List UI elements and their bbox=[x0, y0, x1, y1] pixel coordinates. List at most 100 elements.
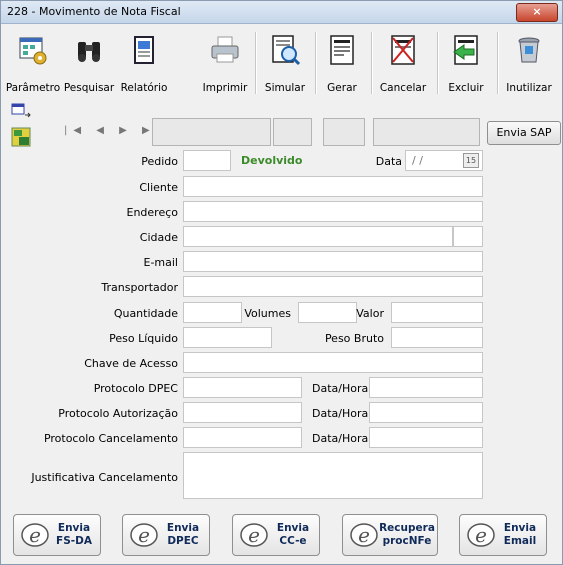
endereco-label: Endereço bbox=[126, 206, 179, 219]
toolbar-separator bbox=[255, 32, 257, 94]
inutilizar-button[interactable]: Inutilizar bbox=[502, 28, 556, 98]
pedido-label: Pedido bbox=[141, 155, 178, 168]
bottom-button-label: Envia CC-e bbox=[276, 522, 310, 547]
svg-text:e: e bbox=[475, 523, 487, 547]
toolbar-separator bbox=[437, 32, 439, 94]
peso-liquido-field[interactable] bbox=[183, 327, 272, 348]
envia-fs-da-button[interactable]: e Envia FS-DA bbox=[13, 514, 101, 556]
record-info-box bbox=[373, 118, 480, 146]
printer-icon bbox=[211, 36, 239, 63]
close-button[interactable]: × bbox=[516, 3, 558, 22]
pesquisar-button[interactable]: Pesquisar bbox=[63, 28, 115, 98]
uf-field[interactable] bbox=[453, 226, 483, 247]
toolbar-label: Imprimir bbox=[202, 82, 248, 94]
svg-text:e: e bbox=[358, 523, 370, 547]
justificativa-cancelamento-field[interactable] bbox=[183, 452, 483, 499]
simular-button[interactable]: Simular bbox=[259, 28, 311, 98]
recupera-procnfe-button[interactable]: e Recupera procNFe bbox=[342, 514, 438, 556]
bottom-button-label: Envia FS-DA bbox=[56, 522, 92, 547]
ie-icon: e bbox=[467, 523, 495, 547]
protocolo-dpec-field[interactable] bbox=[183, 377, 302, 398]
record-navigator[interactable]: |◀ ◀ ▶ ▶| bbox=[64, 125, 165, 136]
svg-text:e: e bbox=[138, 523, 150, 547]
parameters-icon bbox=[19, 37, 47, 65]
title-bar[interactable]: 228 - Movimento de Nota Fiscal × bbox=[1, 1, 562, 24]
data-field[interactable]: / / 15 bbox=[405, 150, 483, 171]
gerar-button[interactable]: Gerar bbox=[319, 28, 365, 98]
ie-icon: e bbox=[130, 523, 158, 547]
cliente-field[interactable] bbox=[183, 176, 483, 197]
datahora-dpec-field[interactable] bbox=[369, 377, 483, 398]
toolbar-label: Excluir bbox=[448, 82, 484, 94]
cancelar-button[interactable]: Cancelar bbox=[375, 28, 431, 98]
excluir-button[interactable]: Excluir bbox=[441, 28, 491, 98]
peso-bruto-label: Peso Bruto bbox=[324, 332, 384, 345]
relatorio-button[interactable]: Relatório bbox=[117, 28, 171, 98]
window-arrange-icon[interactable] bbox=[11, 103, 31, 123]
endereco-field[interactable] bbox=[183, 201, 483, 222]
report-icon bbox=[134, 36, 154, 64]
protocolo-autorizacao-label: Protocolo Autorização bbox=[58, 407, 178, 420]
envia-sap-button[interactable]: Envia SAP bbox=[487, 121, 561, 145]
justificativa-cancelamento-label: Justificativa Cancelamento bbox=[31, 471, 178, 484]
record-info-box bbox=[273, 118, 312, 146]
chave-acesso-field[interactable] bbox=[183, 352, 483, 373]
valor-field[interactable] bbox=[391, 302, 483, 323]
status-label: Devolvido bbox=[241, 154, 303, 167]
main-window: 228 - Movimento de Nota Fiscal × Parâmet… bbox=[0, 0, 563, 565]
window-title: 228 - Movimento de Nota Fiscal bbox=[7, 5, 181, 18]
transportador-field[interactable] bbox=[183, 276, 483, 297]
table-icon[interactable] bbox=[11, 127, 31, 147]
datahora-cancelamento-field[interactable] bbox=[369, 427, 483, 448]
bottom-button-label: Recupera procNFe bbox=[379, 522, 435, 547]
email-label: E-mail bbox=[143, 256, 179, 269]
quantidade-field[interactable] bbox=[183, 302, 242, 323]
calendar-icon[interactable]: 15 bbox=[463, 153, 479, 168]
protocolo-cancelamento-field[interactable] bbox=[183, 427, 302, 448]
protocolo-autorizacao-field[interactable] bbox=[183, 402, 302, 423]
data-label: Data bbox=[375, 155, 402, 168]
ie-icon: e bbox=[350, 523, 378, 547]
volumes-label: Volumes bbox=[244, 307, 291, 320]
peso-bruto-field[interactable] bbox=[391, 327, 483, 348]
toolbar-label: Simular bbox=[264, 82, 306, 94]
bottom-button-bar: e Envia FS-DA e Envia DPEC e Envia CC-e … bbox=[1, 505, 562, 564]
envia-email-button[interactable]: e Envia Email bbox=[459, 514, 547, 556]
cidade-label: Cidade bbox=[139, 231, 178, 244]
record-info-box bbox=[323, 118, 365, 146]
email-field[interactable] bbox=[183, 251, 483, 272]
imprimir-button[interactable]: Imprimir bbox=[199, 28, 251, 98]
record-info-box bbox=[152, 118, 271, 146]
bottom-button-label: Envia Email bbox=[503, 522, 537, 547]
pedido-field[interactable] bbox=[183, 150, 231, 171]
protocolo-dpec-label: Protocolo DPEC bbox=[93, 382, 178, 395]
toolbar-label: Parâmetro bbox=[5, 82, 61, 94]
datahora-cancelamento-label: Data/Hora bbox=[312, 432, 369, 445]
chave-acesso-label: Chave de Acesso bbox=[84, 357, 178, 370]
protocolo-cancelamento-label: Protocolo Cancelamento bbox=[43, 432, 178, 445]
quantidade-label: Quantidade bbox=[113, 307, 178, 320]
binoculars-icon bbox=[78, 42, 100, 62]
datahora-autorizacao-label: Data/Hora bbox=[312, 407, 369, 420]
svg-text:e: e bbox=[248, 523, 260, 547]
envia-cce-button[interactable]: e Envia CC-e bbox=[232, 514, 320, 556]
data-value: / / bbox=[412, 154, 423, 167]
cidade-field[interactable] bbox=[183, 226, 453, 247]
envia-dpec-button[interactable]: e Envia DPEC bbox=[122, 514, 210, 556]
toolbar-label: Inutilizar bbox=[506, 82, 552, 94]
cancel-document-icon bbox=[391, 35, 415, 65]
valor-label: Valor bbox=[356, 307, 384, 320]
datahora-autorizacao-field[interactable] bbox=[369, 402, 483, 423]
toolbar-separator bbox=[315, 32, 317, 94]
svg-text:e: e bbox=[29, 523, 41, 547]
toolbar-separator bbox=[371, 32, 373, 94]
datahora-dpec-label: Data/Hora bbox=[312, 382, 369, 395]
transportador-label: Transportador bbox=[101, 281, 178, 294]
simulate-document-icon bbox=[272, 35, 301, 66]
trash-icon bbox=[518, 37, 540, 63]
volumes-field[interactable] bbox=[298, 302, 357, 323]
generate-document-icon bbox=[330, 35, 354, 65]
bottom-button-label: Envia DPEC bbox=[166, 522, 200, 547]
parametro-button[interactable]: Parâmetro bbox=[5, 28, 61, 98]
ie-icon: e bbox=[21, 523, 49, 547]
